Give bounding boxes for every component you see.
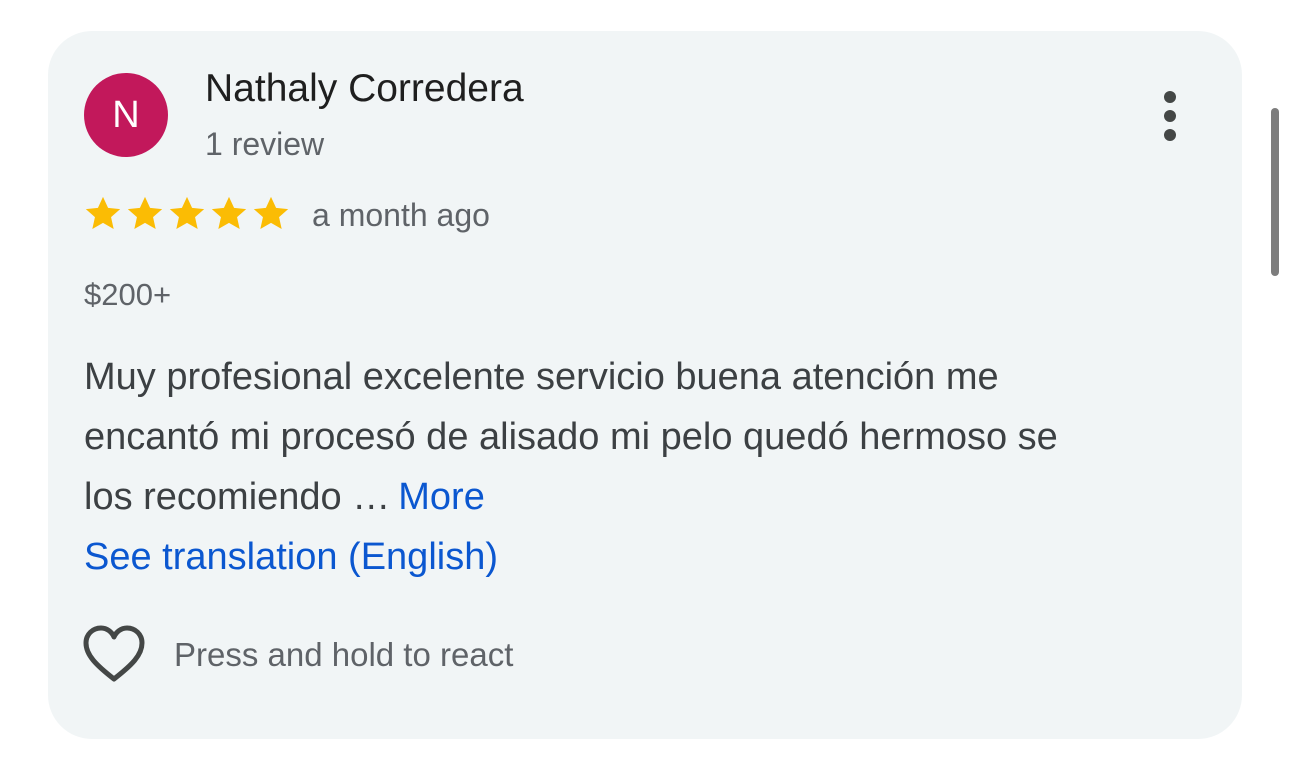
avatar[interactable]: N xyxy=(84,73,168,157)
author-name[interactable]: Nathaly Corredera xyxy=(205,67,524,111)
star-icon xyxy=(211,196,247,230)
react-row: Press and hold to react xyxy=(82,625,513,685)
star-rating xyxy=(82,192,292,236)
star-icon xyxy=(127,196,163,230)
star-icon xyxy=(85,196,121,230)
heart-outline-icon[interactable] xyxy=(82,625,146,685)
review-card: N Nathaly Corredera 1 review a month ago… xyxy=(48,31,1242,739)
see-translation-link[interactable]: See translation (English) xyxy=(84,527,1204,587)
react-hint: Press and hold to react xyxy=(174,636,514,673)
review-time: a month ago xyxy=(312,197,490,233)
review-text-line: encantó mi procesó de alisado mi pelo qu… xyxy=(84,416,1058,458)
more-vert-dot xyxy=(1164,129,1176,141)
review-text-line: los recomiendo … More xyxy=(84,467,1204,527)
review-text-line: Muy profesional excelente servicio buena… xyxy=(84,356,999,398)
more-options-button[interactable] xyxy=(1148,83,1192,147)
review-text-line-end: los recomiendo … xyxy=(84,476,391,518)
star-icon xyxy=(253,196,289,230)
review-text: Muy profesional excelente servicio buena… xyxy=(84,347,1204,587)
price-range: $200+ xyxy=(84,277,172,312)
author-review-count: 1 review xyxy=(205,126,325,162)
more-vert-dot xyxy=(1164,110,1176,122)
scrollbar[interactable] xyxy=(1271,108,1279,276)
star-icon xyxy=(169,196,205,230)
more-link[interactable]: More xyxy=(398,476,485,518)
more-vert-icon xyxy=(1164,91,1176,103)
